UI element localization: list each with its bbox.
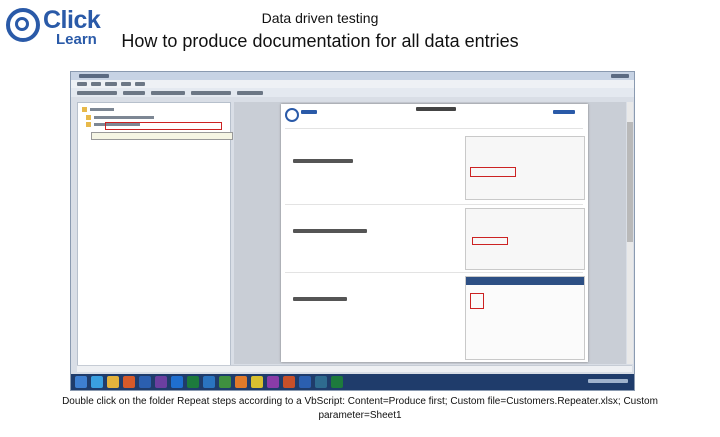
logo-word-learn: Learn [56,31,97,48]
repeat-folder-highlight[interactable] [105,122,222,130]
dynamics-icon[interactable] [203,376,215,388]
toolbar [71,88,634,97]
tree-panel [77,102,231,366]
app-icon[interactable] [315,376,327,388]
outlook-icon[interactable] [171,376,183,388]
status-bar [77,365,632,372]
scrollbar-thumb[interactable] [627,122,633,242]
window-title-bar [71,72,634,80]
word2-icon[interactable] [299,376,311,388]
application-screenshot [70,71,635,391]
media-icon[interactable] [123,376,135,388]
step-screenshot-2 [465,208,585,270]
tooltip [91,132,233,140]
excel2-icon[interactable] [331,376,343,388]
document-page [281,104,588,362]
slide-subtitle: How to produce documentation for all dat… [121,31,519,51]
logo-inner-ring-icon [15,17,29,31]
project-icon[interactable] [219,376,231,388]
vertical-scrollbar[interactable] [627,102,633,364]
taskbar [71,374,634,390]
system-tray[interactable] [588,379,628,386]
word-icon[interactable] [139,376,151,388]
clicklearn-logo: Click Learn [6,4,101,48]
powerpoint-icon[interactable] [283,376,295,388]
explorer-icon[interactable] [107,376,119,388]
step-screenshot-1 [465,136,585,200]
onenote-icon[interactable] [267,376,279,388]
chrome-icon[interactable] [251,376,263,388]
ie-icon[interactable] [91,376,103,388]
vs-icon[interactable] [155,376,167,388]
excel-icon[interactable] [187,376,199,388]
slide-title: Data driven testing [261,10,379,26]
start-icon[interactable] [75,376,87,388]
menu-bar [71,80,634,88]
firefox-icon[interactable] [235,376,247,388]
doc-logo-icon [285,108,299,122]
slide-caption: Double click on the folder Repeat steps … [62,396,658,421]
step-screenshot-3 [465,276,585,360]
